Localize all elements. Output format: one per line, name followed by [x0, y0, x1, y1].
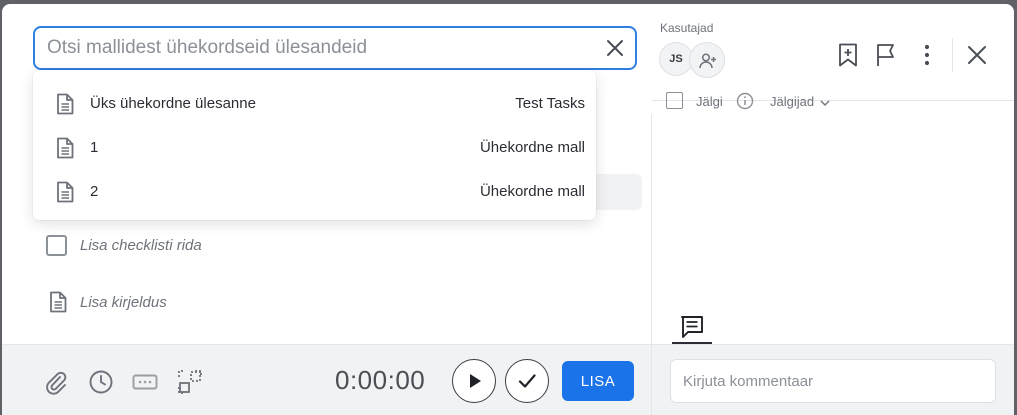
start-timer-button[interactable]: [452, 359, 496, 403]
description-placeholder: Lisa kirjeldus: [80, 294, 167, 311]
flag-icon[interactable]: [874, 42, 900, 68]
info-icon[interactable]: [736, 92, 754, 110]
add-user-icon: [699, 53, 716, 69]
checklist-placeholder: Lisa checklisti rida: [80, 237, 202, 254]
comment-icon: [681, 316, 703, 338]
clock-icon[interactable]: [88, 369, 114, 395]
template-option-name: 1: [90, 139, 99, 156]
document-icon: [57, 137, 74, 159]
template-search-input[interactable]: [47, 28, 597, 68]
check-icon: [518, 374, 536, 388]
template-search: [33, 26, 637, 70]
template-option-name: 2: [90, 183, 99, 200]
chevron-down-icon: [820, 100, 830, 106]
template-option[interactable]: 1 Ühekordne mall: [33, 126, 596, 170]
paperclip-icon[interactable]: [43, 369, 69, 395]
document-icon: [50, 291, 67, 313]
add-task-button[interactable]: LISA: [562, 361, 634, 401]
timer-display: 0:00:00: [335, 365, 426, 395]
complete-button[interactable]: [505, 359, 549, 403]
template-option-source: Ühekordne mall: [479, 139, 585, 156]
more-vertical-icon[interactable]: [914, 42, 940, 68]
follow-checkbox[interactable]: [666, 92, 683, 109]
add-user-button[interactable]: [689, 42, 725, 78]
task-panel: Üks ühekordne ülesanne Test Tasks 1 Ühek…: [2, 4, 651, 415]
details-sidebar: Kasutajad JS Jälgi Jälgijad Kirjuta komm…: [652, 4, 1014, 415]
users-label: Kasutajad: [660, 21, 714, 35]
document-icon: [57, 181, 74, 203]
comment-input[interactable]: [670, 359, 996, 403]
document-icon: [57, 93, 74, 115]
scan-icon[interactable]: [177, 369, 203, 395]
template-option-source: Ühekordne mall: [479, 183, 585, 200]
follow-label: Jälgi: [696, 94, 723, 109]
template-dropdown: Üks ühekordne ülesanne Test Tasks 1 Ühek…: [33, 70, 596, 220]
template-option[interactable]: Üks ühekordne ülesanne Test Tasks: [33, 82, 596, 126]
template-option[interactable]: 2 Ühekordne mall: [33, 170, 596, 214]
tab-comments[interactable]: [672, 310, 712, 344]
task-footer: 0:00:00 LISA: [2, 344, 651, 415]
task-modal: Üks ühekordne ülesanne Test Tasks 1 Ühek…: [2, 4, 1014, 415]
bookmark-plus-icon[interactable]: [835, 42, 861, 68]
checklist-checkbox[interactable]: [46, 235, 67, 256]
avatar[interactable]: JS: [659, 42, 693, 76]
toolbar-separator: [952, 38, 953, 72]
template-option-source: Test Tasks: [515, 95, 585, 112]
ellipsis-box-icon[interactable]: [132, 369, 158, 395]
followers-label: Jälgijad: [770, 94, 815, 109]
followers-dropdown[interactable]: Jälgijad: [770, 94, 830, 109]
close-icon[interactable]: [964, 42, 990, 68]
close-icon[interactable]: [605, 38, 625, 58]
play-icon: [470, 374, 481, 388]
template-option-name: Üks ühekordne ülesanne: [90, 95, 256, 112]
comment-area: [652, 344, 1014, 415]
task-title-row: [592, 174, 642, 210]
